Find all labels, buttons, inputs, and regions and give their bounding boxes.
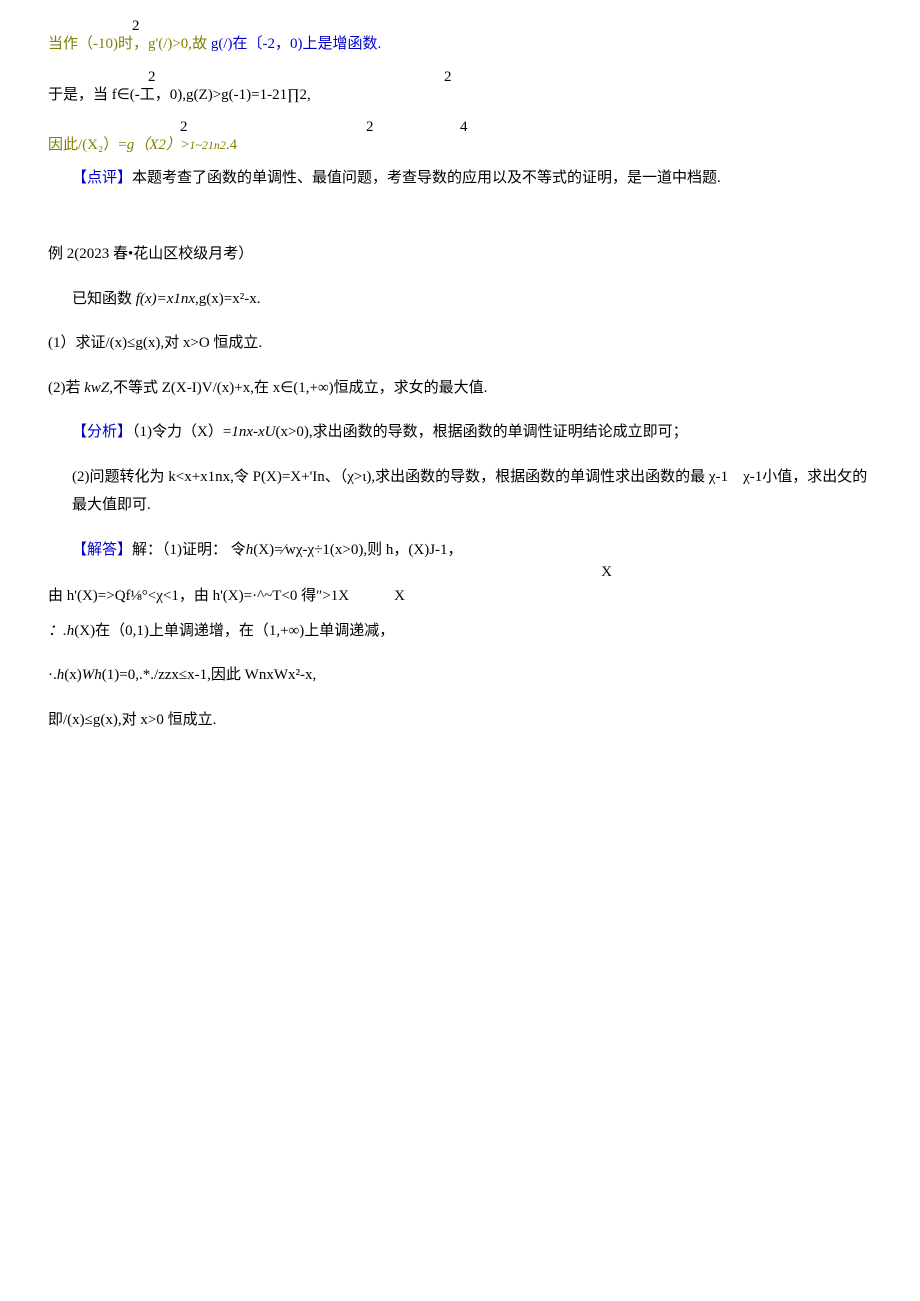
text-fragment: (2)若 — [48, 380, 84, 396]
text-line-1: 当作（-10)时，g'(/)>0,故 g(/)在〔-2，0)上是增函数. — [48, 30, 872, 59]
solution-3: ：.h(X)在（0,1)上单调递增，在（1,+∞)上单调递减， — [48, 617, 872, 646]
text-fragment: （1)令力（X）= — [132, 424, 231, 440]
text-fragment: g(/)在〔-2，0)上是增函数. — [207, 36, 381, 52]
text-fragment: 因此/(X₂）= — [48, 137, 127, 153]
text-line-2: 于是，当 f∈(-工，0),g(Z)>g(-1)=1-21∏2, — [48, 81, 872, 110]
text-fragment: g（X2） — [127, 137, 181, 153]
text-fragment: (X)在（0,1)上单调递增，在（1,+∞)上单调递减， — [74, 623, 394, 639]
text-fragment: ：. — [48, 623, 67, 639]
text-fragment: 不等式 Z(X-I)V/(x)+x,在 x∈(1,+∞)恒成立，求女的最大值. — [113, 380, 487, 396]
text-fragment: kwZ, — [84, 380, 113, 396]
frac-num-2: 2 — [148, 63, 156, 92]
text-fragment: (x>0),求出函数的导数，根据函数的单调性证明结论成立即可； — [275, 424, 687, 440]
text-fragment: ·. — [48, 667, 57, 683]
text-fragment: (X)=∕wχ-χ÷1(x>0),则 h，(X)J-1， — [253, 542, 462, 558]
text-fragment: 故 — [192, 36, 207, 52]
text-fragment: ,g(x)=x²-x. — [195, 291, 260, 307]
frac-num-5: 2 — [366, 113, 374, 142]
solution-tag: 【解答】 — [72, 542, 132, 558]
solution-4: ·.h(x)Wh(1)=0,.*./zzx≤x-1,因此 WnxWx²-x, — [48, 661, 872, 690]
sub-x: X — [601, 558, 612, 587]
text-fragment: (x) — [64, 667, 82, 683]
comment-line: 【点评】本题考查了函数的单调性、最值问题，考查导数的应用以及不等式的证明，是一道… — [72, 164, 872, 193]
question-2: (2)若 kwZ,不等式 Z(X-I)V/(x)+x,在 x∈(1,+∞)恒成立… — [48, 374, 872, 403]
analysis-2: (2)问题转化为 k<x+x1nx,令 P(X)=X+'In、（χ>ι),求出函… — [72, 463, 872, 520]
text-fragment: Wh — [82, 667, 102, 683]
text-fragment: (1)=0,.*./zzx≤x-1,因此 WnxWx²-x, — [102, 667, 316, 683]
text-fragment: f(x)=x1nx — [136, 291, 195, 307]
text-fragment: 1~21n2 — [189, 138, 226, 152]
frac-num-3: 2 — [444, 63, 452, 92]
solution-1: 【解答】解：（1)证明： 令h(X)=∕wχ-χ÷1(x>0),则 h，(X)J… — [72, 536, 872, 565]
solution-5: 即/(x)≤g(x),对 x>0 恒成立. — [48, 706, 872, 735]
text-fragment: 已知函数 — [72, 291, 136, 307]
text-fragment: 解：（1)证明： 令 — [132, 542, 246, 558]
analysis-1: 【分析】（1)令力（X）=1nx-xU(x>0),求出函数的导数，根据函数的单调… — [72, 418, 872, 447]
comment-tag: 【点评】 — [72, 170, 132, 186]
text-fragment: 1nx-xU — [231, 424, 275, 440]
text-fragment: 当作（-10)时，g'(/)>0, — [48, 36, 192, 52]
frac-num-1: 2 — [132, 12, 140, 41]
known-function: 已知函数 f(x)=x1nx,g(x)=x²-x. — [72, 285, 872, 314]
comment-text: 本题考查了函数的单调性、最值问题，考查导数的应用以及不等式的证明，是一道中档题. — [132, 170, 721, 186]
question-1: (1）求证/(x)≤g(x),对 x>O 恒成立. — [48, 329, 872, 358]
solution-2: 由 h'(X)=>Qf⅛°<χ<1，由 h'(X)=·^~T<0 得″>1X X — [48, 582, 872, 611]
frac-num-6: 4 — [460, 113, 468, 142]
text-fragment: .4 — [226, 137, 237, 153]
frac-num-4: 2 — [180, 113, 188, 142]
analysis-tag: 【分析】 — [72, 424, 132, 440]
example-2-header: 例 2(2023 春•花山区校级月考） — [48, 240, 872, 269]
